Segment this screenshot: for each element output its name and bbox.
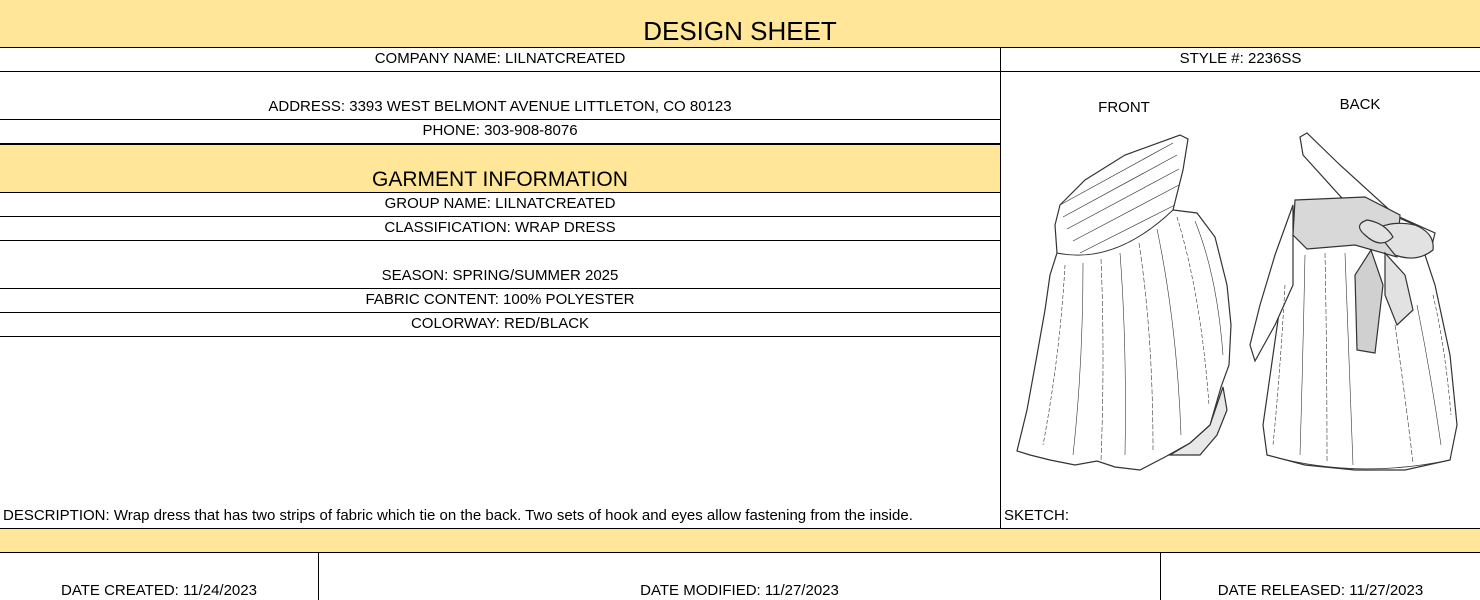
season: SEASON: SPRING/SUMMER 2025 bbox=[381, 267, 619, 284]
colorway: COLORWAY: RED/BLACK bbox=[410, 315, 590, 332]
classification: CLASSIFICATION: WRAP DRESS bbox=[384, 219, 616, 236]
front-dress-sketch bbox=[1016, 134, 1232, 471]
description: DESCRIPTION: Wrap dress that has two str… bbox=[3, 507, 913, 524]
column-divider bbox=[1000, 47, 1001, 529]
address: ADDRESS: 3393 WEST BELMONT AVENUE LITTLE… bbox=[268, 98, 732, 115]
back-dress-sketch bbox=[1249, 132, 1458, 471]
back-label: BACK bbox=[1339, 96, 1381, 113]
page-title: DESIGN SHEET bbox=[643, 16, 837, 46]
garment-info-heading: GARMENT INFORMATION bbox=[372, 168, 628, 191]
date-created: DATE CREATED: 11/24/2023 bbox=[61, 582, 257, 599]
group-name: GROUP NAME: LILNATCREATED bbox=[384, 195, 616, 212]
divider bbox=[0, 336, 1000, 337]
date-modified: DATE MODIFIED: 11/27/2023 bbox=[640, 582, 839, 599]
phone: PHONE: 303-908-8076 bbox=[422, 122, 578, 139]
divider bbox=[0, 528, 1480, 529]
date-released: DATE RELEASED: 11/27/2023 bbox=[1217, 582, 1424, 599]
company-name: COMPANY NAME: LILNATCREATED bbox=[374, 50, 626, 67]
bottom-band bbox=[0, 529, 1480, 553]
sketch-label: SKETCH: bbox=[1004, 507, 1070, 524]
fabric-content: FABRIC CONTENT: 100% POLYESTER bbox=[365, 291, 635, 308]
style-number: STYLE #: 2236SS bbox=[1179, 50, 1302, 67]
front-label: FRONT bbox=[1098, 99, 1150, 116]
